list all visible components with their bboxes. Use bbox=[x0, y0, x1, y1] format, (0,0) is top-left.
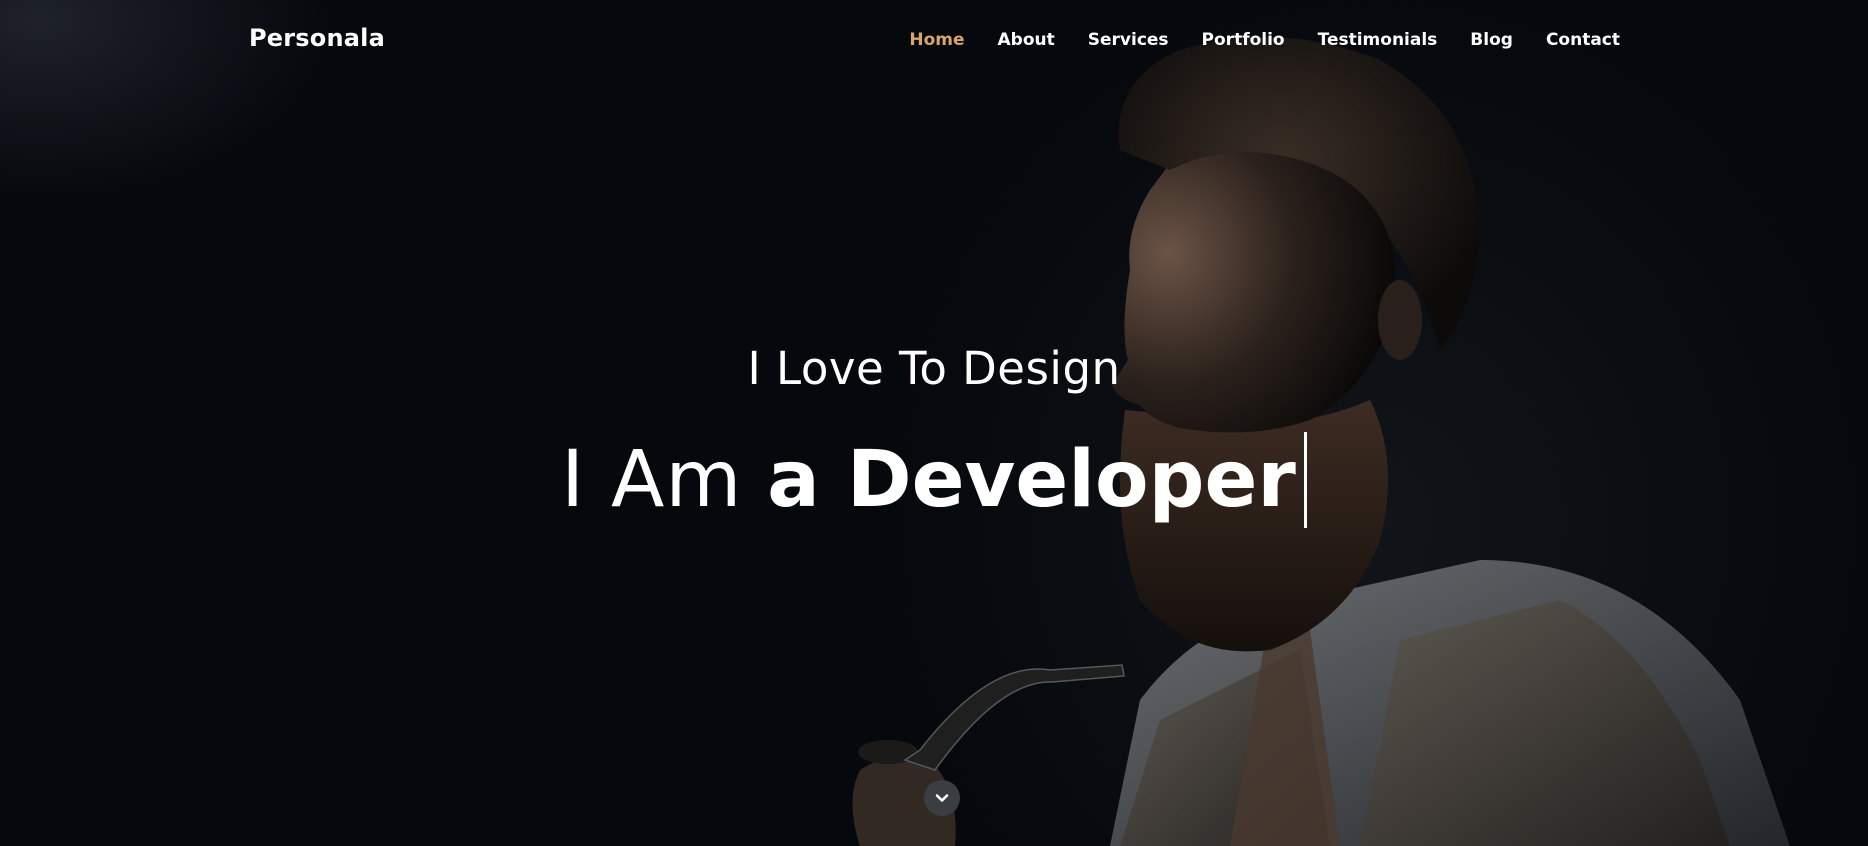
nav-item-contact[interactable]: Contact bbox=[1546, 30, 1620, 50]
hero-title: I Am a Developer bbox=[0, 432, 1868, 528]
hero-background-portrait bbox=[852, 37, 1790, 846]
top-navbar: Personala Home About Services Portfolio … bbox=[0, 0, 1868, 84]
hero-section: Personala Home About Services Portfolio … bbox=[0, 0, 1868, 846]
hero-subtitle: I Love To Design bbox=[747, 342, 1121, 395]
scroll-down-button[interactable] bbox=[924, 780, 960, 816]
typing-cursor bbox=[1303, 432, 1307, 528]
hero-title-prefix: I Am bbox=[561, 435, 743, 525]
nav-item-portfolio[interactable]: Portfolio bbox=[1202, 30, 1285, 50]
hero-title-typed: a Developer bbox=[767, 435, 1296, 525]
nav-item-services[interactable]: Services bbox=[1088, 30, 1169, 50]
nav-item-blog[interactable]: Blog bbox=[1470, 30, 1513, 50]
nav-item-about[interactable]: About bbox=[998, 30, 1055, 50]
brand-logo[interactable]: Personala bbox=[249, 24, 385, 52]
main-nav: Home About Services Portfolio Testimonia… bbox=[909, 30, 1620, 50]
chevron-down-icon bbox=[935, 794, 949, 802]
nav-item-testimonials[interactable]: Testimonials bbox=[1318, 30, 1438, 50]
nav-item-home[interactable]: Home bbox=[909, 30, 964, 50]
